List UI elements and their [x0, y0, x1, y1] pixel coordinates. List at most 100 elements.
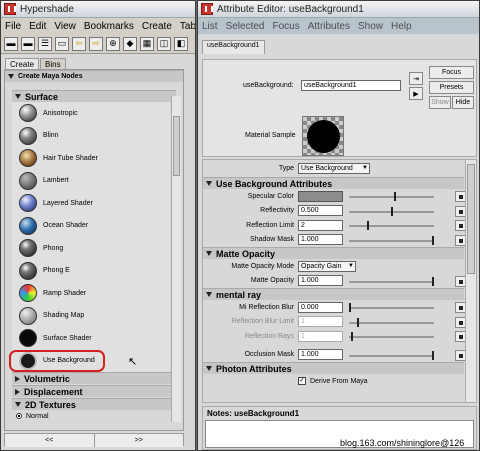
photon-attributes-header[interactable]: Photon Attributes	[203, 362, 464, 374]
clear-graph-icon[interactable]: ◆	[123, 36, 137, 51]
arrow-right-icon[interactable]: ⇨	[89, 36, 103, 51]
menu-show[interactable]: Show	[358, 21, 383, 32]
mi-reflection-blur-field[interactable]: 0.000	[298, 301, 343, 313]
create-maya-nodes-header[interactable]: Create Maya Nodes	[5, 70, 183, 82]
collapse-triangle-icon	[15, 94, 21, 99]
output-connection-icon[interactable]: ▶	[409, 87, 423, 100]
input-connections-icon[interactable]: ◫	[157, 36, 171, 51]
arrow-left-icon[interactable]: ⇦	[72, 36, 86, 51]
reflection-blur-limit-slider[interactable]	[349, 317, 434, 327]
presets-button[interactable]: Presets	[429, 81, 474, 94]
show-both-tabs-icon[interactable]: ☰	[38, 36, 52, 51]
menu-edit[interactable]: Edit	[29, 21, 46, 32]
occlusion-mask-slider[interactable]	[349, 350, 434, 360]
matte-opacity-header[interactable]: Matte Opacity	[203, 247, 464, 259]
tab-usebackground1[interactable]: useBackground1	[202, 40, 265, 54]
node-layered-shader[interactable]: Layered Shader	[12, 192, 170, 215]
slider-handle[interactable]	[432, 350, 434, 360]
hide-button[interactable]: Hide	[452, 96, 474, 109]
derive-from-maya-label: Derive From Maya	[310, 377, 368, 385]
slider-handle[interactable]	[367, 221, 369, 230]
node-lambert[interactable]: Lambert	[12, 170, 170, 193]
reflectivity-field[interactable]: 0.500	[298, 205, 343, 217]
hypershade-titlebar[interactable]: Hypershade	[1, 1, 195, 18]
radio-normal[interactable]: Normal	[12, 411, 176, 421]
node-header-area: useBackground: useBackground1 ⇥ ▶ Focus …	[202, 59, 477, 157]
menu-selected[interactable]: Selected	[226, 21, 265, 32]
matte-opacity-field[interactable]: 1.000	[298, 275, 343, 287]
node-shading-map[interactable]: Shading Map	[12, 305, 170, 328]
show-button[interactable]: Show	[429, 96, 451, 109]
node-ocean-shader[interactable]: Ocean Shader	[12, 215, 170, 238]
reflectivity-slider[interactable]	[349, 206, 434, 216]
slider-handle[interactable]	[432, 235, 434, 245]
type-dropdown[interactable]: Use Background ▼	[298, 163, 370, 174]
menu-create[interactable]: Create	[142, 21, 172, 32]
menu-file[interactable]: File	[5, 21, 21, 32]
matte-opacity-slider[interactable]	[349, 276, 434, 286]
node-phong[interactable]: Phong	[12, 237, 170, 260]
surface-shader-swatch-icon	[19, 329, 37, 348]
mental-ray-header[interactable]: mental ray	[203, 288, 464, 300]
node-hair-tube-shader[interactable]: Hair Tube Shader	[12, 147, 170, 170]
node-blinn[interactable]: Blinn	[12, 125, 170, 148]
scrollbar-thumb[interactable]	[467, 164, 475, 274]
rearrange-graph-icon[interactable]: ▦	[140, 36, 154, 51]
volumetric-section-header[interactable]: Volumetric	[12, 372, 176, 384]
node-name-field[interactable]: useBackground1	[301, 80, 401, 91]
slider-handle[interactable]	[391, 206, 393, 216]
menu-help[interactable]: Help	[391, 21, 412, 32]
graph-network-icon[interactable]: ⊕	[106, 36, 120, 51]
slider-handle[interactable]	[357, 317, 359, 327]
slider-handle[interactable]	[351, 332, 353, 341]
specular-color-swatch[interactable]	[298, 190, 343, 202]
reflection-limit-field[interactable]: 2	[298, 219, 343, 231]
displacement-section-header[interactable]: Displacement	[12, 385, 176, 397]
scrollbar-thumb[interactable]	[173, 116, 180, 176]
reflection-blur-limit-field[interactable]: 1	[298, 316, 343, 328]
specular-color-slider[interactable]	[349, 192, 434, 201]
nav-left-button[interactable]: <<	[5, 434, 95, 447]
input-connection-icon[interactable]: ⇥	[409, 72, 423, 85]
2d-textures-section-header[interactable]: 2D Textures	[12, 398, 176, 410]
attribute-editor-menubar: List Selected Focus Attributes Show Help	[198, 18, 479, 34]
derive-from-maya-checkbox[interactable]: ✓	[298, 377, 306, 386]
attribute-panel-scrollbar[interactable]	[465, 160, 476, 402]
node-ramp-shader[interactable]: Ramp Shader	[12, 282, 170, 305]
show-work-area-icon[interactable]: ▭	[55, 36, 69, 51]
reflection-rays-slider[interactable]	[349, 332, 434, 341]
show-bottom-tabs-icon[interactable]: ▬	[21, 36, 35, 51]
shadow-mask-slider[interactable]	[349, 235, 434, 245]
lambert-swatch-icon	[19, 171, 37, 190]
reflection-limit-slider[interactable]	[349, 221, 434, 230]
surface-section-header[interactable]: Surface	[12, 90, 176, 102]
node-phong-e[interactable]: Phong E	[12, 260, 170, 283]
output-connections-icon[interactable]: ◧	[174, 36, 188, 51]
menu-bookmarks[interactable]: Bookmarks	[84, 21, 134, 32]
node-anisotropic[interactable]: Anisotropic	[12, 102, 170, 125]
menu-list[interactable]: List	[202, 21, 218, 32]
occlusion-mask-field[interactable]: 1.000	[298, 349, 343, 361]
attribute-panel: Type Use Background ▼ Use Background Att…	[202, 159, 477, 403]
attribute-editor-titlebar[interactable]: Attribute Editor: useBackground1	[198, 1, 479, 18]
slider-handle[interactable]	[432, 276, 434, 286]
nav-right-button[interactable]: >>	[94, 434, 183, 447]
menu-view[interactable]: View	[54, 21, 76, 32]
menu-focus[interactable]: Focus	[272, 21, 299, 32]
mi-reflection-blur-slider[interactable]	[349, 303, 434, 312]
matte-opacity-mode-dropdown[interactable]: Opacity Gain ▼	[298, 260, 356, 272]
use-background-attributes-header[interactable]: Use Background Attributes	[203, 177, 464, 189]
slider-handle[interactable]	[394, 192, 396, 201]
maya-logo-icon	[201, 3, 213, 15]
shadow-mask-field[interactable]: 1.000	[298, 234, 343, 246]
reflection-rays-field[interactable]: 1	[298, 330, 343, 342]
menu-tabs[interactable]: Tabs	[180, 21, 195, 32]
node-surface-shader[interactable]: Surface Shader	[12, 327, 170, 350]
node-use-background[interactable]: Use Background ↖	[9, 349, 170, 373]
slider-handle[interactable]	[349, 303, 351, 312]
create-panel-scrollbar[interactable]	[171, 96, 181, 422]
menu-attributes[interactable]: Attributes	[308, 21, 350, 32]
occlusion-mask-row: Occlusion Mask 1.000	[203, 348, 476, 363]
show-top-tabs-icon[interactable]: ▬	[4, 36, 18, 51]
focus-button[interactable]: Focus	[429, 66, 474, 79]
